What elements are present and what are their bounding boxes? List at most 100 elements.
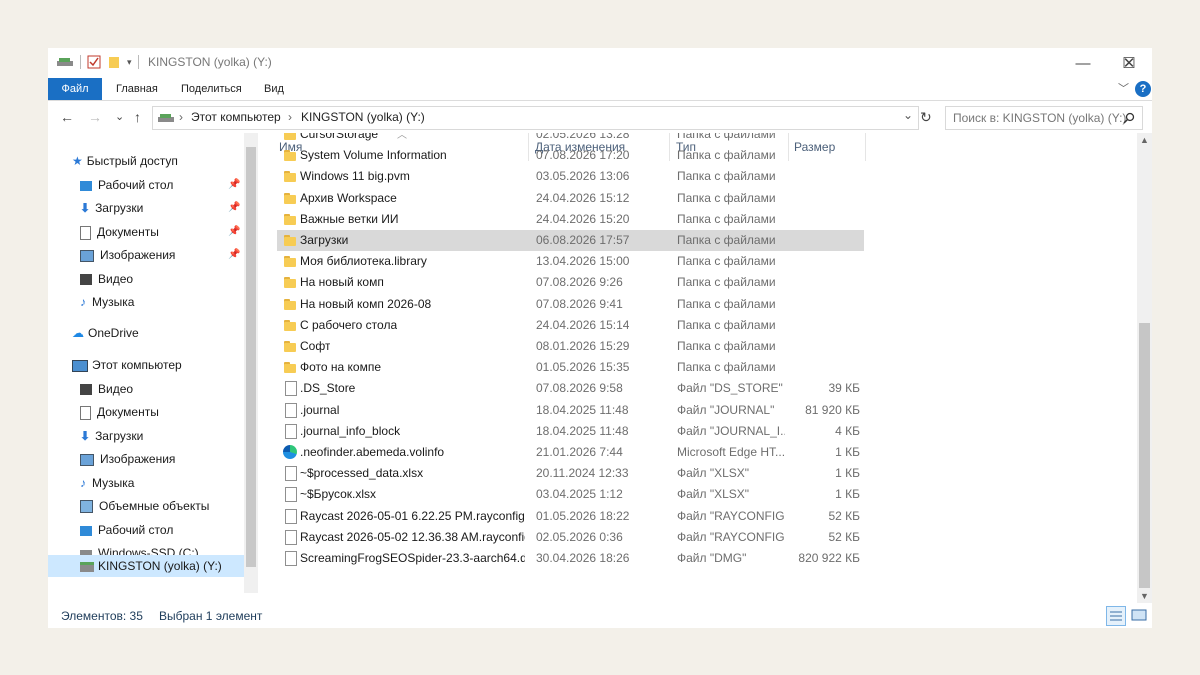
sidebar-item-music[interactable]: ♪ Музыка — [80, 291, 134, 313]
table-row[interactable]: Raycast 2026-05-02 12.36.38 AM.rayconfig… — [277, 527, 864, 548]
download-icon: ⬇ — [80, 201, 91, 215]
file-date: 07.08.2026 9:58 — [536, 381, 623, 396]
tab-view[interactable]: Вид — [264, 78, 284, 100]
sidebar-item-label: Рабочий стол — [98, 178, 174, 192]
sidebar-scrollbar-thumb[interactable] — [246, 147, 256, 567]
video-icon — [80, 384, 92, 396]
details-view-button[interactable] — [1106, 606, 1126, 626]
file-type: Папка с файлами — [677, 211, 776, 226]
sidebar-item-3d-objects[interactable]: Объемные объекты — [80, 495, 209, 517]
cube-icon — [80, 500, 93, 514]
sidebar-item-pc-desktop[interactable]: Рабочий стол — [80, 519, 173, 541]
folder-icon — [284, 192, 296, 204]
sidebar-item-label: OneDrive — [88, 326, 139, 340]
forward-button[interactable]: → — [88, 107, 102, 127]
sidebar-item-label: Документы — [97, 225, 159, 239]
new-folder-icon[interactable] — [107, 55, 121, 69]
table-row[interactable]: Windows 11 big.pvm 03.05.2026 13:06 Папка … — [277, 166, 864, 187]
recent-locations-icon[interactable]: ⌄ — [115, 107, 124, 127]
sidebar-item-pictures[interactable]: Изображения 📌 — [80, 244, 240, 266]
file-list-scrollbar-thumb[interactable] — [1139, 323, 1150, 588]
tab-home[interactable]: Главная — [116, 78, 158, 100]
table-row[interactable]: С рабочего стола 24.04.2026 15:14 Папка с … — [277, 315, 864, 336]
sidebar-item-pc-videos[interactable]: Видео — [80, 378, 133, 400]
table-row[interactable]: CursorStorage 02.05.2026 13:28 Папка с фай… — [277, 133, 864, 145]
table-row[interactable]: На новый комп 2026-08 07.08.2026 9:41 Папк… — [277, 294, 864, 315]
table-row[interactable]: Моя библиотека.library 13.04.2026 15:00 Па… — [277, 251, 864, 272]
search-icon[interactable] — [1123, 112, 1135, 124]
file-type: Папка с файлами — [677, 254, 776, 269]
large-icons-view-button[interactable] — [1130, 606, 1150, 626]
breadcrumb-this-pc[interactable]: Этот компьютер — [191, 110, 281, 124]
file-date: 24.04.2026 15:20 — [536, 211, 630, 226]
file-size: 820 922 КБ — [798, 551, 860, 565]
sidebar-item-drive-y[interactable]: KINGSTON (yolka) (Y:) — [48, 555, 244, 577]
file-type: Файл "DS_STORE" — [677, 381, 783, 396]
scroll-up-icon[interactable]: ▲ — [1140, 135, 1149, 145]
table-row[interactable]: Важные ветки ИИ 24.04.2026 15:20 Папка с ф… — [277, 209, 864, 230]
file-name: Архив Workspace — [300, 190, 397, 205]
pin-icon[interactable]: 📌 — [228, 221, 240, 243]
table-row[interactable]: .neofinder.abemeda.volinfo 21.01.2026 7:4… — [277, 442, 864, 463]
sidebar-onedrive[interactable]: ☁ OneDrive — [72, 322, 139, 344]
scroll-down-icon[interactable]: ▼ — [1140, 591, 1149, 601]
properties-icon[interactable] — [87, 55, 101, 69]
video-icon — [80, 274, 92, 286]
sidebar-item-videos[interactable]: Видео — [80, 268, 133, 290]
table-row[interactable]: ScreamingFrogSEOSpider-23.3-aarch64.d...… — [277, 548, 864, 569]
qa-dropdown-icon[interactable]: ▾ — [127, 57, 132, 68]
pin-icon[interactable]: 📌 — [228, 197, 240, 219]
pin-icon[interactable]: 📌 — [228, 174, 240, 196]
table-row[interactable]: System Volume Information 07.08.2026 17:2… — [277, 145, 864, 166]
table-row[interactable]: .journal_info_block 18.04.2025 11:48 Файл … — [277, 421, 864, 442]
table-row[interactable]: ~$processed_data.xlsx 20.11.2024 12:33 Фай… — [277, 463, 864, 484]
details-view-icon — [1110, 611, 1122, 621]
sidebar-item-pc-pictures[interactable]: Изображения — [80, 448, 175, 470]
folder-icon — [284, 133, 296, 140]
sidebar-item-label: Быстрый доступ — [86, 154, 178, 168]
search-placeholder: Поиск в: KINGSTON (yolka) (Y:) — [953, 111, 1127, 125]
sidebar-item-pc-documents[interactable]: Документы — [80, 401, 159, 423]
file-name: .neofinder.abemeda.volinfo — [300, 445, 445, 459]
table-row[interactable]: Архив Workspace 24.04.2026 15:12 Папка с ф… — [277, 188, 864, 209]
breadcrumb-separator: › — [179, 110, 183, 124]
table-row[interactable]: .DS_Store 07.08.2026 9:58 Файл "DS_STORE" 3… — [277, 378, 864, 399]
up-button[interactable]: ↑ — [134, 107, 141, 127]
sidebar-item-downloads[interactable]: ⬇ Загрузки 📌 — [80, 197, 240, 219]
sidebar-quick-access[interactable]: ★ Быстрый доступ — [72, 150, 178, 172]
tab-share[interactable]: Поделиться — [181, 78, 242, 100]
sidebar-item-pc-downloads[interactable]: ⬇ Загрузки — [80, 425, 143, 447]
help-icon[interactable]: ? — [1135, 81, 1151, 97]
sidebar-item-label: Видео — [98, 382, 134, 396]
pictures-icon — [80, 453, 94, 466]
sidebar-scrollbar[interactable] — [244, 133, 258, 593]
address-bar[interactable]: › Этот компьютер › KINGSTON (yolka) (Y:)… — [152, 106, 919, 130]
table-row[interactable]: Загрузки 06.08.2026 17:57 Папка с файлами — [277, 230, 864, 251]
sidebar-item-pc-music[interactable]: ♪ Музыка — [80, 472, 134, 494]
back-button[interactable]: ← — [60, 107, 74, 127]
table-row[interactable]: Raycast 2026-05-01 6.22.25 PM.rayconfig 0… — [277, 506, 864, 527]
table-row[interactable]: Софт 08.01.2026 15:29 Папка с файлами — [277, 336, 864, 357]
close-button[interactable]: ✕ — [1106, 48, 1152, 78]
refresh-icon[interactable]: ↻ — [920, 107, 932, 127]
sidebar-item-label: Этот компьютер — [92, 358, 182, 372]
sidebar-item-documents[interactable]: Документы 📌 — [80, 221, 240, 243]
table-row[interactable]: .journal 18.04.2025 11:48 Файл "JOURNAL" 81… — [277, 400, 864, 421]
table-row[interactable]: Фото на компе 01.05.2026 15:35 Папка с фай… — [277, 357, 864, 378]
selection-count: Выбран 1 элемент — [159, 609, 263, 623]
pin-icon[interactable]: 📌 — [228, 244, 240, 266]
sidebar-item-desktop[interactable]: Рабочий стол 📌 — [80, 174, 240, 196]
breadcrumb-drive[interactable]: KINGSTON (yolka) (Y:) — [301, 110, 425, 124]
file-list-scrollbar[interactable]: ▲ ▼ — [1137, 133, 1152, 603]
file-size: 1 КБ — [835, 466, 860, 481]
address-dropdown-icon[interactable]: ⌄ — [903, 108, 913, 122]
column-divider[interactable] — [865, 133, 866, 161]
sidebar-this-pc[interactable]: Этот компьютер — [72, 354, 182, 376]
table-row[interactable]: ~$Брусок.xlsx 03.04.2025 1:12 Файл "XLSX" 1… — [277, 484, 864, 505]
file-size: 1 КБ — [835, 487, 860, 502]
tab-file[interactable]: Файл — [48, 78, 102, 100]
search-box[interactable]: Поиск в: KINGSTON (yolka) (Y:) — [945, 106, 1143, 130]
ribbon-collapse-icon[interactable]: ﹀ — [1118, 78, 1129, 100]
file-name: System Volume Information — [300, 148, 447, 163]
table-row[interactable]: На новый комп 07.08.2026 9:26 Папка с файл… — [277, 272, 864, 293]
